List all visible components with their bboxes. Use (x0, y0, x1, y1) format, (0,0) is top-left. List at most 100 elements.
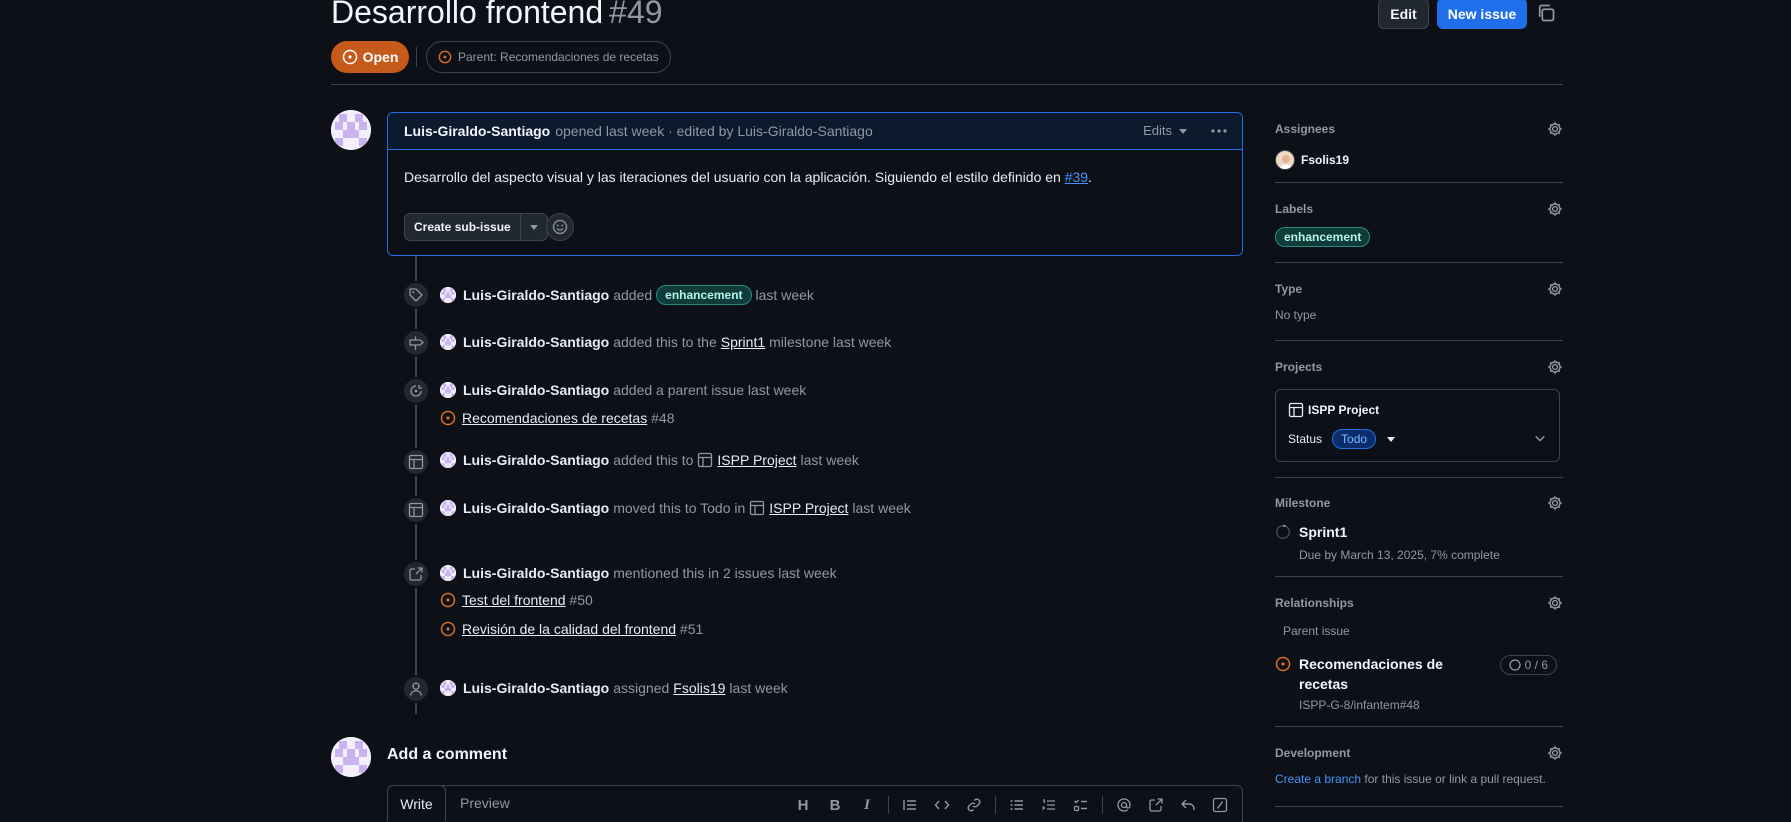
event-time: last week (852, 500, 911, 516)
event-text: mentioned this in 2 issues last week (613, 565, 837, 581)
table-icon (408, 502, 424, 518)
create-branch-link[interactable]: Create a branch (1275, 772, 1361, 786)
edits-dropdown[interactable]: Edits (1143, 123, 1188, 138)
sidebar-divider (1275, 576, 1563, 577)
kebab-menu-icon[interactable] (1206, 119, 1232, 143)
milestone-link[interactable]: Sprint1 (721, 334, 765, 350)
task-list-icon[interactable] (1067, 792, 1095, 818)
gear-icon[interactable] (1547, 745, 1563, 761)
parent-issue-pill[interactable]: Parent: Recomendaciones de recetas (426, 41, 671, 73)
slash-icon[interactable] (1206, 792, 1234, 818)
sub-issue-count: 0 / 6 (1524, 658, 1548, 672)
sidebar-heading: Assignees (1275, 122, 1336, 136)
add-reaction-button[interactable] (546, 213, 574, 241)
parent-issue-title[interactable]: Recomendaciones de recetas (1299, 654, 1459, 694)
chevron-down-icon[interactable] (1533, 431, 1547, 445)
reply-icon[interactable] (1174, 792, 1202, 818)
bold-icon[interactable]: B (821, 792, 849, 818)
triangle-down-icon (1179, 128, 1187, 134)
assignee-item[interactable]: Fsolis19 (1275, 150, 1563, 170)
avatar[interactable] (440, 287, 456, 303)
avatar (1275, 150, 1295, 170)
assignee-link[interactable]: Fsolis19 (673, 680, 725, 696)
event-actor[interactable]: Luis-Giraldo-Santiago (463, 680, 609, 696)
italic-icon[interactable]: I (853, 792, 881, 818)
unordered-list-icon[interactable] (1003, 792, 1031, 818)
comment-body-end: . (1088, 169, 1092, 185)
page-title: Desarrollo frontend #49 (331, 0, 663, 31)
issue-reference-title[interactable]: Revisión de la calidad del frontend (462, 621, 676, 637)
milestone-due: Due by March 13, 2025, 7% complete (1299, 548, 1500, 562)
reference-icon[interactable] (1142, 792, 1170, 818)
ordered-list-icon[interactable] (1035, 792, 1063, 818)
event-text: moved this to Todo in (613, 500, 746, 516)
create-sub-issue-button[interactable]: Create sub-issue (405, 214, 521, 240)
heading-icon[interactable]: H (789, 792, 817, 818)
issue-reference-number: #51 (679, 621, 704, 637)
tab-preview[interactable]: Preview (460, 795, 510, 811)
timeline-event-icon (402, 329, 430, 357)
event-actor[interactable]: Luis-Giraldo-Santiago (463, 500, 609, 516)
event-actor[interactable]: Luis-Giraldo-Santiago (463, 565, 609, 581)
code-icon[interactable] (928, 792, 956, 818)
copy-icon[interactable] (1536, 3, 1556, 23)
sidebar-heading: Development (1275, 746, 1351, 760)
table-icon (1288, 402, 1304, 418)
issue-number: #49 (609, 0, 663, 30)
issue-open-icon (440, 592, 456, 608)
event-actor[interactable]: Luis-Giraldo-Santiago (463, 287, 609, 303)
event-actor[interactable]: Luis-Giraldo-Santiago (463, 334, 609, 350)
development-text: Create a branch for this issue or link a… (1275, 772, 1563, 786)
milestone-item[interactable]: Sprint1 (1275, 524, 1563, 540)
new-issue-button[interactable]: New issue (1437, 0, 1527, 29)
link-icon[interactable] (960, 792, 988, 818)
label-badge[interactable]: enhancement (656, 285, 752, 305)
status-value-pill[interactable]: Todo (1332, 429, 1377, 449)
event-actor[interactable]: Luis-Giraldo-Santiago (463, 452, 609, 468)
avatar[interactable] (440, 565, 456, 581)
avatar[interactable] (440, 382, 456, 398)
milestone-name[interactable]: Sprint1 (1299, 524, 1347, 540)
sidebar-heading: Projects (1275, 360, 1323, 374)
gear-icon[interactable] (1547, 121, 1563, 137)
project-link[interactable]: ISPP Project (769, 500, 848, 516)
event-actor[interactable]: Luis-Giraldo-Santiago (463, 382, 609, 398)
quote-icon[interactable] (896, 792, 924, 818)
edit-button[interactable]: Edit (1378, 0, 1429, 29)
issue-reference-title[interactable]: Test del frontend (462, 592, 566, 608)
label-badge[interactable]: enhancement (1275, 227, 1371, 247)
issue-reference[interactable]: Revisión de la calidad del frontend #51 (440, 621, 703, 637)
edits-label: Edits (1143, 123, 1172, 138)
avatar[interactable] (440, 334, 456, 350)
project-name: ISPP Project (1308, 403, 1380, 417)
issue-reference[interactable]: Test del frontend #50 (440, 592, 593, 608)
avatar[interactable] (440, 500, 456, 516)
sidebar-relationships: Relationships Parent issue (1275, 593, 1563, 638)
gear-icon[interactable] (1547, 201, 1563, 217)
project-link[interactable]: ISPP Project (717, 452, 796, 468)
gear-icon[interactable] (1547, 359, 1563, 375)
avatar[interactable] (331, 110, 371, 150)
sub-issue-icon (410, 385, 422, 397)
avatar[interactable] (331, 737, 371, 777)
assignee-name[interactable]: Fsolis19 (1301, 153, 1349, 167)
avatar[interactable] (440, 452, 456, 468)
tab-write[interactable]: Write (387, 785, 446, 822)
mention-icon[interactable] (1110, 792, 1138, 818)
gear-icon[interactable] (1547, 281, 1563, 297)
timeline-event-icon (402, 675, 430, 703)
project-title[interactable]: ISPP Project (1288, 402, 1379, 418)
issue-reference[interactable]: Recomendaciones de recetas #48 (440, 410, 674, 426)
comment-author[interactable]: Luis-Giraldo-Santiago (404, 123, 550, 139)
project-card: ISPP Project Status Todo (1275, 389, 1560, 462)
timeline-event-icon (402, 448, 430, 476)
gear-icon[interactable] (1547, 595, 1563, 611)
timeline-line (415, 256, 417, 714)
triangle-down-icon[interactable] (1386, 434, 1396, 444)
create-sub-issue-dropdown[interactable] (521, 214, 547, 240)
gear-icon[interactable] (1547, 495, 1563, 511)
issue-reference-link[interactable]: #39 (1065, 169, 1088, 185)
issue-reference-title[interactable]: Recomendaciones de recetas (462, 410, 647, 426)
sidebar-divider (1275, 262, 1563, 263)
avatar[interactable] (440, 680, 456, 696)
